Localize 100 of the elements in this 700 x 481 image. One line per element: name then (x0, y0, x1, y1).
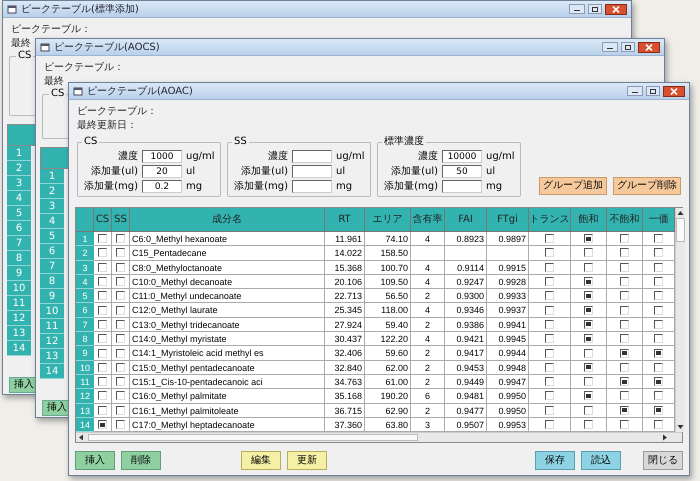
column-header[interactable]: 飽和 (571, 208, 607, 232)
checkbox[interactable] (116, 248, 125, 258)
checkbox[interactable] (584, 406, 593, 415)
checkbox[interactable] (116, 234, 125, 244)
checkbox[interactable] (584, 377, 593, 386)
checkbox[interactable] (98, 234, 107, 244)
column-header[interactable]: トランス (529, 208, 571, 232)
checkbox[interactable] (620, 406, 629, 415)
column-header[interactable]: SS (112, 208, 130, 232)
maximize-icon[interactable] (621, 42, 635, 52)
maximize-icon[interactable] (588, 4, 602, 14)
checkbox[interactable] (620, 277, 629, 286)
checkbox[interactable] (584, 391, 593, 400)
column-header[interactable]: 不飽和 (607, 208, 643, 232)
checkbox[interactable] (116, 420, 125, 429)
column-header[interactable]: RT (325, 208, 365, 232)
checkbox[interactable] (98, 348, 107, 358)
checkbox[interactable] (654, 262, 663, 272)
checkbox[interactable] (116, 348, 125, 358)
group-button[interactable]: グループ追加 (539, 177, 607, 195)
checkbox[interactable] (584, 362, 593, 372)
checkbox[interactable] (620, 362, 629, 372)
scroll-thumb[interactable] (88, 434, 418, 442)
checkbox[interactable] (654, 334, 663, 344)
action-button[interactable]: 保存 (535, 451, 575, 470)
checkbox[interactable] (116, 291, 125, 300)
checkbox[interactable] (116, 334, 125, 344)
checkbox[interactable] (98, 406, 107, 415)
column-header[interactable]: CS (94, 208, 112, 232)
checkbox[interactable] (98, 262, 107, 272)
checkbox[interactable] (116, 277, 125, 286)
close-icon[interactable] (638, 42, 660, 52)
checkbox[interactable] (654, 348, 663, 358)
input-field[interactable]: 10000 (442, 150, 482, 163)
checkbox[interactable] (620, 248, 629, 258)
checkbox[interactable] (584, 306, 593, 315)
checkbox[interactable] (620, 291, 629, 300)
checkbox[interactable] (654, 291, 663, 300)
checkbox[interactable] (654, 420, 663, 429)
input-field[interactable]: 0.2 (142, 180, 182, 193)
checkbox[interactable] (620, 234, 629, 244)
checkbox[interactable] (98, 362, 107, 372)
action-button[interactable]: 挿入 (75, 451, 115, 470)
checkbox[interactable] (654, 306, 663, 315)
checkbox[interactable] (545, 362, 554, 372)
checkbox[interactable] (116, 406, 125, 415)
checkbox[interactable] (545, 277, 554, 286)
checkbox[interactable] (116, 262, 125, 272)
checkbox[interactable] (654, 277, 663, 286)
checkbox[interactable] (98, 277, 107, 286)
checkbox[interactable] (545, 320, 554, 329)
checkbox[interactable] (620, 334, 629, 344)
checkbox[interactable] (584, 262, 593, 272)
checkbox[interactable] (620, 306, 629, 315)
checkbox[interactable] (98, 320, 107, 329)
checkbox[interactable] (545, 306, 554, 315)
checkbox[interactable] (98, 391, 107, 400)
input-field[interactable] (442, 180, 482, 193)
column-header[interactable]: 含有率 (411, 208, 445, 232)
checkbox[interactable] (620, 377, 629, 386)
checkbox[interactable] (584, 420, 593, 429)
checkbox[interactable] (620, 391, 629, 400)
checkbox[interactable] (98, 420, 107, 429)
scroll-left-icon[interactable] (78, 434, 84, 442)
minimize-icon[interactable] (627, 86, 643, 96)
checkbox[interactable] (654, 391, 663, 400)
checkbox[interactable] (545, 248, 554, 258)
checkbox[interactable] (584, 334, 593, 344)
scroll-right-icon[interactable] (662, 434, 668, 442)
checkbox[interactable] (654, 362, 663, 372)
input-field[interactable] (292, 180, 332, 193)
checkbox[interactable] (654, 234, 663, 244)
checkbox[interactable] (654, 248, 663, 258)
checkbox[interactable] (654, 406, 663, 415)
column-header[interactable]: エリア (365, 208, 411, 232)
checkbox[interactable] (584, 277, 593, 286)
input-field[interactable]: 50 (442, 165, 482, 178)
checkbox[interactable] (584, 291, 593, 300)
close-icon[interactable] (605, 4, 627, 14)
column-header[interactable]: 成分名 (130, 208, 325, 232)
action-button[interactable]: 更新 (287, 451, 327, 470)
input-field[interactable] (292, 150, 332, 163)
checkbox[interactable] (98, 291, 107, 300)
checkbox[interactable] (620, 320, 629, 329)
checkbox[interactable] (545, 262, 554, 272)
checkbox[interactable] (584, 320, 593, 329)
action-button[interactable]: 閉じる (643, 451, 683, 470)
maximize-icon[interactable] (646, 86, 660, 96)
checkbox[interactable] (98, 377, 107, 386)
action-button[interactable]: 編集 (241, 451, 281, 470)
vertical-scrollbar[interactable] (675, 208, 685, 432)
action-button[interactable]: 削除 (121, 451, 161, 470)
checkbox[interactable] (98, 306, 107, 315)
checkbox[interactable] (116, 320, 125, 329)
checkbox[interactable] (654, 320, 663, 329)
checkbox[interactable] (116, 306, 125, 315)
checkbox[interactable] (545, 348, 554, 358)
minimize-icon[interactable] (569, 4, 585, 14)
input-field[interactable]: 1000 (142, 150, 182, 163)
column-header[interactable]: FAI (445, 208, 487, 232)
